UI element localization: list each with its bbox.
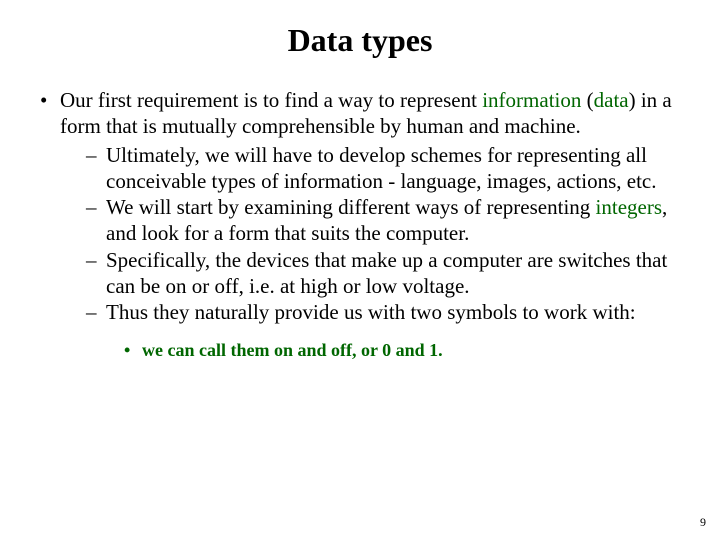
sub4-note: we can call them on and off, or 0 and 1. [122, 339, 684, 362]
sub-item-3: Specifically, the devices that make up a… [82, 247, 684, 300]
sub-item-1: Ultimately, we will have to develop sche… [82, 142, 684, 195]
bullet-list-level1: Our first requirement is to find a way t… [36, 87, 684, 362]
page-number: 9 [700, 515, 706, 530]
slide-content: Data types Our first requirement is to f… [0, 0, 720, 362]
slide-title: Data types [36, 22, 684, 59]
bullet1-information: information [482, 88, 581, 112]
bullet1-text-b: ( [581, 88, 593, 112]
bullet-list-level3: we can call them on and off, or 0 and 1. [106, 339, 684, 362]
bullet1-data: data [594, 88, 629, 112]
bullet1-text-a: Our first requirement is to find a way t… [60, 88, 482, 112]
sub-item-4: Thus they naturally provide us with two … [82, 299, 684, 362]
sub2-text-a: We will start by examining different way… [106, 195, 596, 219]
sub-item-2: We will start by examining different way… [82, 194, 684, 247]
sub4-text: Thus they naturally provide us with two … [106, 300, 636, 324]
bullet-list-level2: Ultimately, we will have to develop sche… [60, 142, 684, 362]
sub2-integers: integers [596, 195, 662, 219]
bullet-item-1: Our first requirement is to find a way t… [36, 87, 684, 362]
